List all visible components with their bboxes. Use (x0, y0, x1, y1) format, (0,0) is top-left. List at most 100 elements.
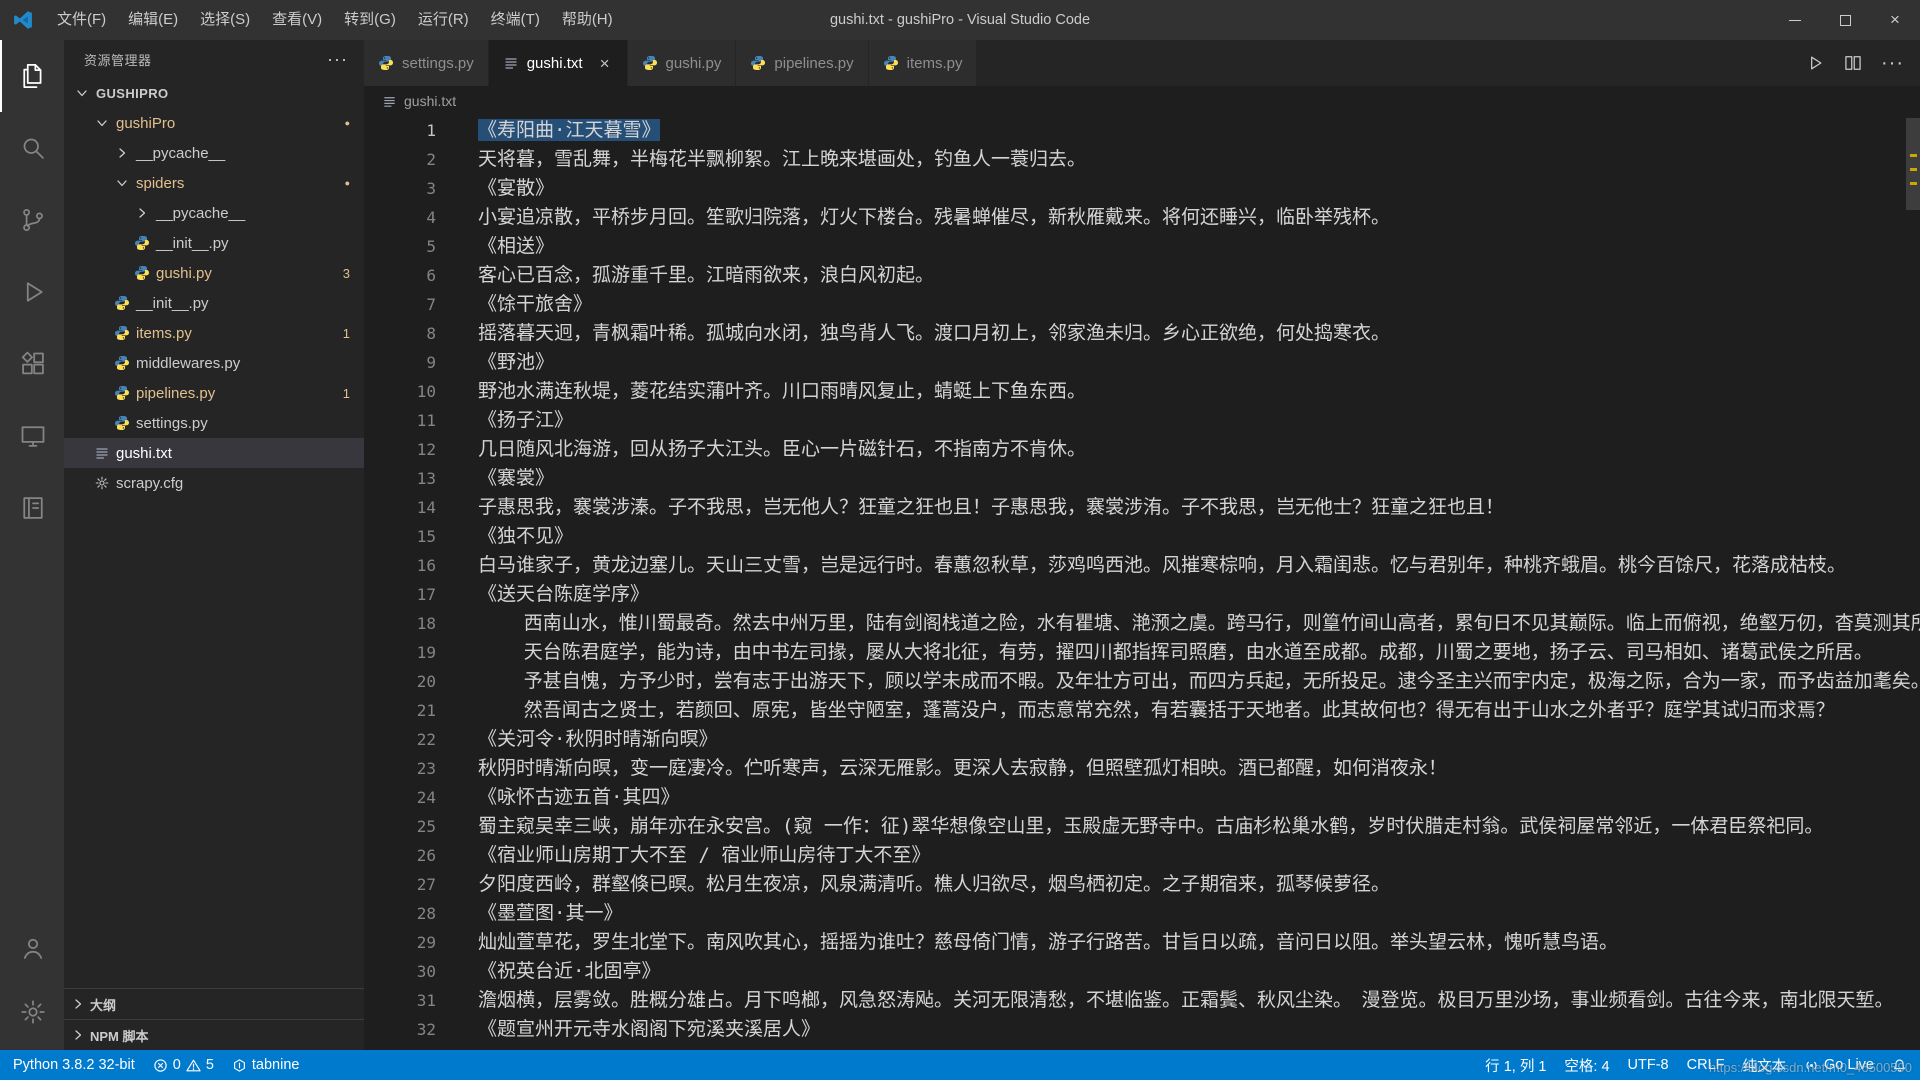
python-file-icon (134, 235, 150, 251)
more-actions-icon[interactable]: ··· (1881, 52, 1904, 75)
status-problems[interactable]: 05 (144, 1050, 223, 1080)
editor-line: 22 《关河令·秋阴时晴渐向暝》 (364, 725, 1920, 754)
menubar-item-view[interactable]: 查看(V) (261, 0, 333, 40)
menubar-item-file[interactable]: 文件(F) (46, 0, 117, 40)
run-file-icon[interactable] (1805, 53, 1825, 73)
line-content: 《宴散》 (478, 177, 555, 199)
activity-settings[interactable] (0, 980, 64, 1044)
tree-item-items-py[interactable]: items.py 1 (64, 318, 364, 348)
tab-pipelines-py[interactable]: pipelines.py (736, 40, 869, 86)
menubar-item-terminal[interactable]: 终端(T) (480, 0, 551, 40)
line-content: 《送天台陈庭学序》 (478, 583, 650, 605)
tree-item-__init__-py[interactable]: __init__.py (64, 288, 364, 318)
menubar-item-selection[interactable]: 选择(S) (189, 0, 261, 40)
tree-item-gushi-py[interactable]: gushi.py 3 (64, 258, 364, 288)
menubar-item-edit[interactable]: 编辑(E) (117, 0, 189, 40)
window-controls: × (1770, 0, 1920, 40)
editor-line: 20 予甚自愧，方予少时，尝有志于出游天下，顾以学未成而不暇。及年壮方可出，而四… (364, 667, 1920, 696)
line-number: 22 (416, 730, 436, 749)
tab-close-icon[interactable]: × (597, 54, 613, 73)
activity-explorer[interactable] (0, 40, 64, 112)
tree-item-gushiPro[interactable]: gushiPro ● (64, 108, 364, 138)
tab-settings-py[interactable]: settings.py (364, 40, 489, 86)
tree-item-middlewares-py[interactable]: middlewares.py (64, 348, 364, 378)
tree-item-__pycache__[interactable]: __pycache__ (64, 138, 364, 168)
sidebar-panel-label: NPM 脚本 (90, 1028, 149, 1044)
tab-bar: settings.py gushi.txt × gushi.py pipelines.p… (364, 40, 1920, 86)
editor-line: 25 蜀主窥吴幸三峡，崩年亦在永安宫。(窥 一作：征)翠华想像空山里，玉殿虚无野寺… (364, 812, 1920, 841)
tab-gushi-py[interactable]: gushi.py (627, 40, 737, 86)
python-file-icon (642, 55, 658, 71)
activity-account[interactable] (0, 916, 64, 980)
status-language-mode[interactable]: 纯文本 (1734, 1050, 1796, 1080)
line-number: 17 (416, 585, 436, 604)
activity-run-debug[interactable] (0, 256, 64, 328)
workbench: 资源管理器 ··· GUSHIPRO gushiPro ● __pycache__ sp… (0, 40, 1920, 1050)
sidebar-header: 资源管理器 ··· (64, 40, 364, 78)
activity-search[interactable] (0, 112, 64, 184)
activity-notebook[interactable] (0, 472, 64, 544)
python-file-icon (378, 55, 394, 71)
editor-line: 31 澹烟横，层雾敛。胜概分雄占。月下鸣榔，风急怒涛飐。关河无限清愁，不堪临鉴。正… (364, 986, 1920, 1015)
run-debug-icon (19, 278, 47, 306)
code-editor[interactable]: 1 《寿阳曲·江天暮雪》 2 天将暮，雪乱舞，半梅花半飘柳絮。江上晚来堪画处，钓鱼人一… (364, 116, 1920, 1050)
tree-item-scrapy-cfg[interactable]: scrapy.cfg (64, 468, 364, 498)
chevron-right-icon (114, 145, 130, 161)
status-python-version-label: Python 3.8.2 32-bit (13, 1057, 135, 1073)
activity-remote-explorer[interactable] (0, 400, 64, 472)
scrollbar-thumb[interactable] (1906, 118, 1920, 210)
settings-icon (19, 998, 47, 1026)
activity-extensions[interactable] (0, 328, 64, 400)
status-python-version[interactable]: Python 3.8.2 32-bit (4, 1050, 144, 1080)
chevron-right-icon (70, 996, 86, 1012)
line-number: 6 (426, 266, 436, 285)
activity-source-control[interactable] (0, 184, 64, 256)
tab-gushi-txt[interactable]: gushi.txt × (488, 40, 628, 86)
split-editor-icon[interactable] (1843, 53, 1863, 73)
status-cursor-position[interactable]: 行 1, 列 1 (1476, 1050, 1555, 1080)
menubar-item-go[interactable]: 转到(G) (333, 0, 407, 40)
tab-label: gushi.txt (526, 54, 583, 72)
line-number: 20 (416, 672, 436, 691)
tab-label: gushi.py (665, 54, 722, 72)
python-file-icon (114, 355, 130, 371)
tree-item-label: gushi.txt (116, 444, 172, 462)
status-notifications[interactable] (1883, 1050, 1916, 1080)
tree-item-spiders[interactable]: spiders ● (64, 168, 364, 198)
sidebar-panel-outline[interactable]: 大纲 (64, 988, 364, 1019)
minimize-button[interactable] (1770, 0, 1820, 40)
editor-line: 15 《独不见》 (364, 522, 1920, 551)
sidebar-panel-npm-scripts[interactable]: NPM 脚本 (64, 1019, 364, 1050)
tree-item-label: items.py (136, 324, 192, 342)
status-encoding[interactable]: UTF-8 (1619, 1050, 1678, 1080)
tree-item-label: gushiPro (116, 114, 176, 132)
status-go-live[interactable]: Go Live (1795, 1050, 1883, 1080)
status-indentation[interactable]: 空格: 4 (1555, 1050, 1618, 1080)
chevron-down-icon (74, 85, 90, 101)
tree-item-GUSHIPRO[interactable]: GUSHIPRO (64, 78, 364, 108)
tree-item-__init__-py[interactable]: __init__.py (64, 228, 364, 258)
editor-scrollbar[interactable] (1906, 116, 1920, 1050)
menubar-item-help[interactable]: 帮助(H) (551, 0, 624, 40)
tree-item-settings-py[interactable]: settings.py (64, 408, 364, 438)
maximize-button[interactable] (1820, 0, 1870, 40)
line-content: 野池水满连秋堤，菱花结实蒲叶齐。川口雨晴风复止，蜻蜓上下鱼东西。 (478, 380, 1087, 402)
tree-item-pipelines-py[interactable]: pipelines.py 1 (64, 378, 364, 408)
tab-items-py[interactable]: items.py (868, 40, 978, 86)
explorer-more-actions-icon[interactable]: ··· (327, 49, 348, 70)
tree-item-__pycache__[interactable]: __pycache__ (64, 198, 364, 228)
line-number: 7 (426, 295, 436, 314)
tree-item-gushi-txt[interactable]: gushi.txt (64, 438, 364, 468)
menubar-item-run[interactable]: 运行(R) (407, 0, 480, 40)
close-button[interactable]: × (1870, 0, 1920, 40)
editor-line: 13 《褰裳》 (364, 464, 1920, 493)
editor-line: 24 《咏怀古迹五首·其四》 (364, 783, 1920, 812)
breadcrumb[interactable]: gushi.txt (364, 86, 1920, 116)
line-number: 24 (416, 788, 436, 807)
tree-item-label: GUSHIPRO (96, 85, 169, 101)
status-tabnine[interactable]: tabnine (223, 1050, 309, 1080)
line-content: 天将暮，雪乱舞，半梅花半飘柳絮。江上晚来堪画处，钓鱼人一蓑归去。 (478, 148, 1087, 170)
status-eol[interactable]: CRLF (1678, 1050, 1734, 1080)
problems-count-badge: 1 (342, 325, 350, 341)
line-content: 几日随风北海游，回从扬子大江头。臣心一片磁针石，不指南方不肯休。 (478, 438, 1087, 460)
